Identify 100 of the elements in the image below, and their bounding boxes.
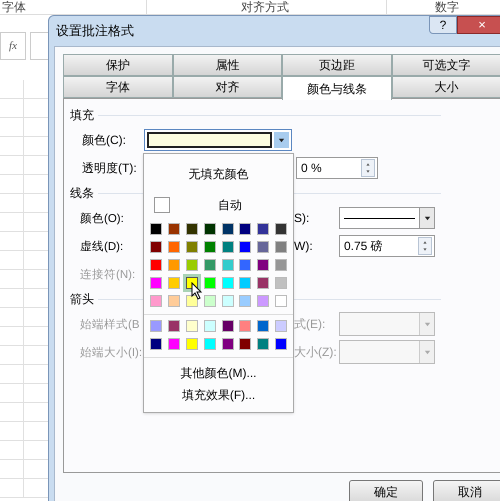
color-swatch[interactable] <box>275 277 288 289</box>
color-swatch[interactable] <box>150 295 162 307</box>
fill-color-dropdown[interactable] <box>144 129 292 151</box>
color-swatch[interactable] <box>257 320 270 332</box>
color-swatch[interactable] <box>257 223 270 235</box>
color-swatch[interactable] <box>275 259 288 271</box>
no-fill-item[interactable]: 无填充颜色 <box>188 164 248 184</box>
line-style-dropdown[interactable] <box>339 207 435 229</box>
cursor-icon <box>191 282 203 300</box>
color-swatch[interactable] <box>150 338 162 350</box>
ribbon-group-label: 对齐方式 <box>146 0 386 14</box>
color-swatch[interactable] <box>186 320 198 332</box>
color-swatch[interactable] <box>275 223 288 235</box>
color-swatch[interactable] <box>204 295 216 307</box>
color-swatch[interactable] <box>204 277 216 289</box>
color-swatch[interactable] <box>186 241 198 253</box>
color-swatch[interactable] <box>257 241 270 253</box>
tab[interactable]: 可选文字 <box>392 54 500 76</box>
color-swatch[interactable] <box>186 338 198 350</box>
field-label: 颜色(O): <box>80 213 124 225</box>
color-swatch[interactable] <box>275 241 288 253</box>
dialog-button[interactable]: 确定 <box>349 480 423 501</box>
field-label: 连接符(N): <box>80 269 136 281</box>
tab[interactable]: 字体 <box>63 76 172 98</box>
color-swatch[interactable] <box>257 259 270 271</box>
field-label: 大小(Z): <box>294 344 338 361</box>
section-title: 填充 <box>70 107 94 124</box>
tab[interactable]: 对齐 <box>172 76 282 98</box>
color-swatch[interactable] <box>186 223 198 235</box>
ribbon-group-label: 字体 <box>1 0 27 14</box>
field-label: 式(E): <box>294 316 326 333</box>
field-label: S): <box>294 210 310 227</box>
section-title: 线条 <box>70 185 94 202</box>
color-swatch[interactable] <box>150 241 162 253</box>
ribbon-group-label: 数字 <box>386 0 459 14</box>
auto-item[interactable]: 自动 <box>218 196 242 214</box>
color-swatch[interactable] <box>168 241 180 253</box>
close-button[interactable]: × <box>457 16 500 34</box>
color-swatch[interactable] <box>204 338 216 350</box>
color-swatch[interactable] <box>168 320 180 332</box>
color-swatch[interactable] <box>222 338 234 350</box>
color-swatch[interactable] <box>150 223 162 235</box>
field-label: W): <box>294 238 314 255</box>
spin-arrows-icon[interactable] <box>361 159 375 177</box>
tab[interactable]: 大小 <box>392 76 500 98</box>
help-button[interactable]: ? <box>429 16 457 34</box>
color-swatch[interactable] <box>239 259 252 271</box>
auto-swatch[interactable] <box>154 197 170 213</box>
color-swatch[interactable] <box>168 277 180 289</box>
tab[interactable]: 属性 <box>172 54 282 76</box>
window-title: 设置批注格式 <box>56 22 134 40</box>
color-swatch[interactable] <box>239 320 252 332</box>
color-swatch[interactable] <box>239 223 252 235</box>
weight-field[interactable]: 0.75 磅 <box>339 235 435 257</box>
color-swatch[interactable] <box>204 259 216 271</box>
color-swatch[interactable] <box>239 241 252 253</box>
tab[interactable]: 页边距 <box>282 54 392 76</box>
field-label: 虚线(D): <box>80 241 124 253</box>
color-swatch[interactable] <box>168 259 180 271</box>
color-swatch[interactable] <box>204 223 216 235</box>
field-label: 颜色(C): <box>81 132 127 149</box>
fill-effects-item[interactable]: 填充效果(F)... <box>182 386 256 404</box>
color-swatch[interactable] <box>150 320 162 332</box>
color-swatch[interactable] <box>222 295 234 307</box>
transparency-field[interactable]: 0 % <box>296 157 378 179</box>
tab[interactable]: 保护 <box>63 54 172 76</box>
color-swatch[interactable] <box>204 320 216 332</box>
color-swatch[interactable] <box>239 277 252 289</box>
color-swatch[interactable] <box>222 259 234 271</box>
color-swatch[interactable] <box>257 295 270 307</box>
field-label: 始端大小(I): <box>80 347 142 359</box>
color-swatch[interactable] <box>186 259 198 271</box>
color-swatch[interactable] <box>257 277 270 289</box>
color-swatch[interactable] <box>168 295 180 307</box>
color-swatch[interactable] <box>275 320 288 332</box>
color-swatch[interactable] <box>150 259 162 271</box>
arrow-dropdown[interactable] <box>339 312 435 336</box>
formula-button[interactable]: fx <box>0 32 26 60</box>
color-swatch[interactable] <box>204 241 216 253</box>
color-swatch[interactable] <box>222 277 234 289</box>
color-swatch[interactable] <box>168 338 180 350</box>
section-title: 箭头 <box>70 291 94 308</box>
color-swatch[interactable] <box>239 295 252 307</box>
field-label: 始端样式(B <box>80 319 140 331</box>
color-swatch[interactable] <box>275 295 288 307</box>
color-swatch[interactable] <box>222 241 234 253</box>
color-swatch[interactable] <box>239 338 252 350</box>
color-swatch[interactable] <box>257 338 270 350</box>
color-swatch[interactable] <box>275 338 288 350</box>
spin-arrows-icon[interactable] <box>418 237 432 255</box>
color-swatch[interactable] <box>186 295 198 307</box>
arrow-dropdown[interactable] <box>339 340 435 364</box>
field-label: 透明度(T): <box>81 160 138 177</box>
color-swatch[interactable] <box>222 223 234 235</box>
color-swatch[interactable] <box>150 277 162 289</box>
more-colors-item[interactable]: 其他颜色(M)... <box>180 364 256 382</box>
color-swatch[interactable] <box>222 320 234 332</box>
tab[interactable]: 颜色与线条 <box>282 76 392 100</box>
dialog-button[interactable]: 取消 <box>433 480 500 501</box>
color-swatch[interactable] <box>168 223 180 235</box>
